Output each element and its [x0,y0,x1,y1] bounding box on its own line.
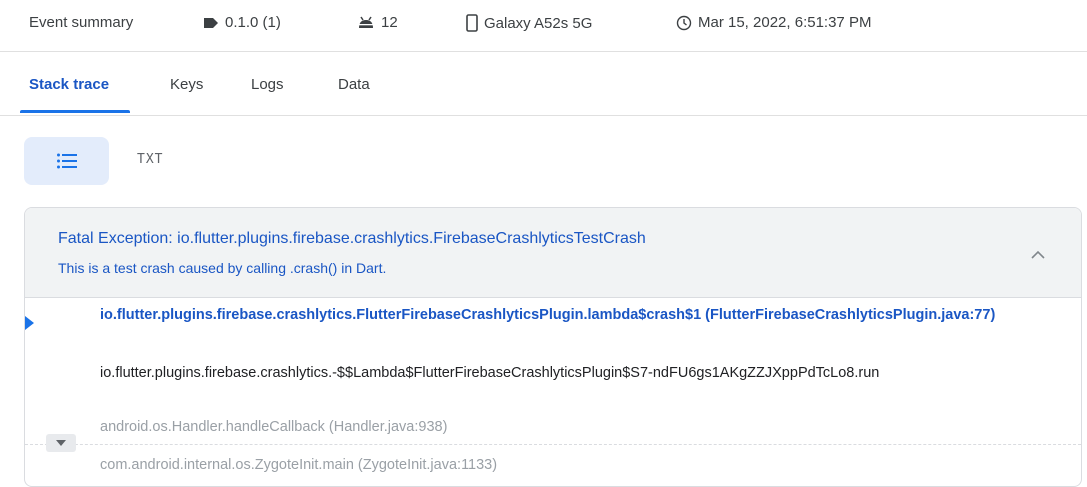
stack-frame[interactable]: android.os.Handler.handleCallback (Handl… [100,418,1040,437]
stack-trace-panel: Fatal Exception: io.flutter.plugins.fire… [24,207,1082,487]
stack-frame[interactable]: io.flutter.plugins.firebase.crashlytics.… [100,364,1040,383]
tab-bar: Stack trace Keys Logs Data [0,52,1087,116]
android-version-info: 12 [357,14,398,31]
expand-frames-button[interactable] [46,434,76,452]
stack-frame[interactable]: io.flutter.plugins.firebase.crashlytics.… [100,306,1040,325]
timestamp-text: Mar 15, 2022, 6:51:37 PM [698,14,872,31]
tab-keys[interactable]: Keys [170,76,203,93]
stack-frame[interactable]: com.android.internal.os.ZygoteInit.main … [100,456,1040,475]
tab-stack-trace[interactable]: Stack trace [29,76,109,93]
device-info: Galaxy A52s 5G [466,14,592,32]
exception-title: Fatal Exception: io.flutter.plugins.fire… [58,230,646,247]
current-frame-marker-icon [25,316,34,330]
tab-data[interactable]: Data [338,76,370,93]
label-tag-icon [204,17,218,28]
android-version-text: 12 [381,14,398,31]
chevron-up-icon [1031,250,1045,259]
exception-header[interactable]: Fatal Exception: io.flutter.plugins.fire… [25,208,1081,298]
event-summary-bar: Event summary 0.1.0 (1) 12 Galaxy A52s 5… [0,0,1087,52]
android-icon [359,16,373,28]
clock-icon [676,15,692,30]
txt-view-button[interactable]: TXT [137,152,163,167]
chevron-down-icon [56,440,66,446]
timestamp-info: Mar 15, 2022, 6:51:37 PM [676,14,871,31]
tab-logs[interactable]: Logs [251,76,284,93]
collapsed-frames-divider [25,444,1081,445]
list-icon [56,153,77,169]
collapse-button[interactable] [1031,246,1045,264]
version-text: 0.1.0 (1) [225,14,281,31]
active-tab-indicator [20,110,130,113]
event-summary-title: Event summary [29,14,134,31]
exception-message: This is a test crash caused by calling .… [58,260,387,276]
phone-icon [466,14,478,32]
version-info: 0.1.0 (1) [203,14,281,31]
list-view-button[interactable] [24,137,109,185]
device-text: Galaxy A52s 5G [484,14,593,32]
